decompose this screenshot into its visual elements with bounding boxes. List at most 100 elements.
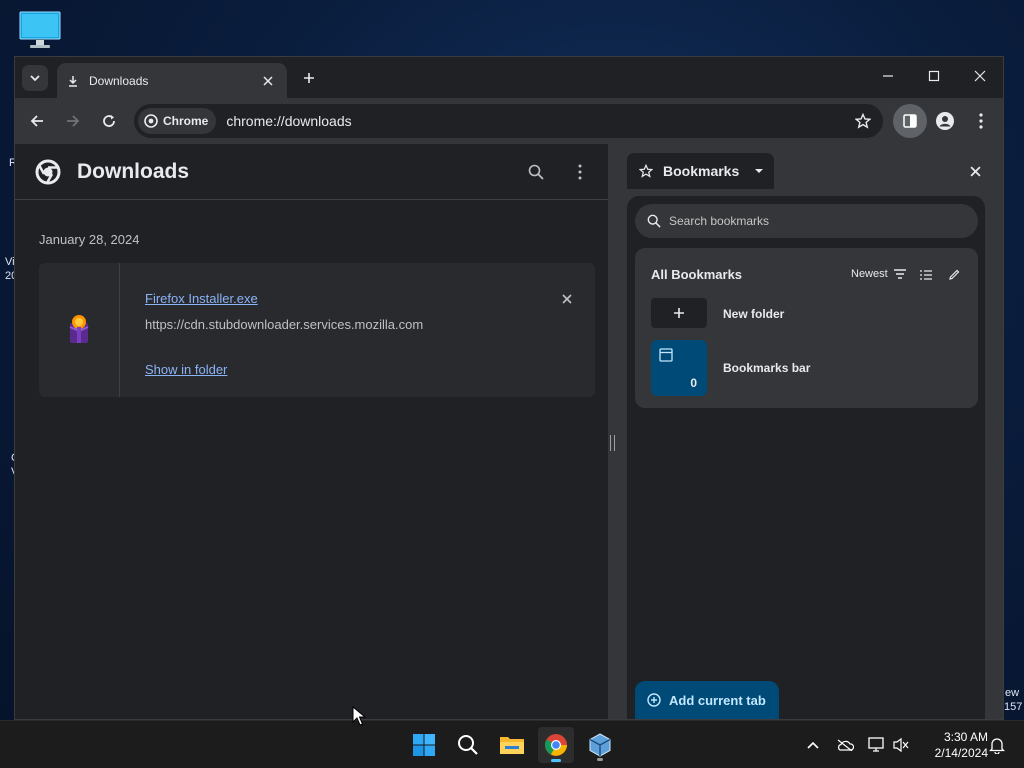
close-side-panel-button[interactable] [963,159,987,183]
maximize-icon [928,70,940,82]
list-view-icon [920,270,932,280]
system-clock[interactable]: 3:30 AM 2/14/2024 [918,729,988,761]
bookmarks-search-input[interactable] [669,214,949,228]
bookmarks-bar-label[interactable]: Bookmarks bar [723,361,810,375]
network-icon[interactable] [865,733,889,757]
bookmarks-search-box[interactable] [635,204,978,238]
downloads-header: Downloads [15,144,608,200]
back-button[interactable] [23,107,51,135]
dropdown-arrow-icon [755,169,763,173]
page-title: Downloads [77,159,190,183]
download-icon [69,75,77,87]
close-icon [969,165,981,177]
sort-label: Newest [851,268,888,280]
taskbar-search-button[interactable] [450,727,486,763]
minimize-button[interactable] [865,57,911,95]
firefox-installer-icon [69,315,89,343]
chrome-logo-icon [144,114,158,128]
title-bar: Downloads [15,57,1003,98]
downloads-page: Downloads January 28, 2024 Firefox Insta… [15,144,608,719]
file-icon-cell [39,263,120,397]
clock-time: 3:30 AM [943,730,988,744]
search-icon [458,735,478,755]
show-hidden-icons-button[interactable] [801,733,825,757]
chrome-logo-icon [35,159,61,184]
taskbar: 3:30 AM 2/14/2024 [0,720,1024,768]
running-app-indicator [597,758,603,761]
close-icon [974,70,986,82]
account-icon [936,112,954,130]
downloads-menu-button[interactable] [564,156,596,188]
add-current-tab-button[interactable]: Add current tab [635,681,779,719]
chevron-down-icon [30,75,40,82]
search-downloads-button[interactable] [520,156,552,188]
folder-icon [500,737,524,754]
all-bookmarks-section: All Bookmarks Newest New folder 0 Bookma… [635,248,978,408]
file-explorer-button[interactable] [494,727,530,763]
volume-muted-icon[interactable] [889,733,913,757]
drag-handle-icon [610,435,615,451]
download-filename-link[interactable]: Firefox Installer.exe [145,291,258,306]
more-vert-icon [578,164,582,179]
new-folder-button[interactable] [651,298,707,328]
active-app-indicator [551,759,561,762]
site-info-chip[interactable]: Chrome [138,108,217,134]
folder-count: 0 [690,376,697,390]
desktop-label-fragment: 157 [1004,701,1023,713]
bookmark-star-icon[interactable] [849,107,877,135]
chip-label: Chrome [163,114,209,128]
add-current-tab-label: Add current tab [669,692,766,708]
star-icon [639,164,653,178]
bookmarks-bar-folder[interactable]: 0 [651,340,707,396]
notification-bell-icon[interactable] [985,733,1009,757]
mouse-cursor-icon [352,706,366,726]
view-toggle-button[interactable] [915,264,937,286]
maximize-button[interactable] [911,57,957,95]
reload-button[interactable] [95,107,123,135]
side-panel-resize-handle[interactable] [608,144,616,719]
download-source-url: https://cdn.stubdownloader.services.mozi… [145,317,424,332]
filter-list-icon [893,269,906,279]
arrow-right-icon [67,115,80,127]
bookmarks-side-panel: Bookmarks All Bookmarks Newest [616,144,1003,719]
url-text[interactable]: chrome://downloads [226,113,849,129]
chrome-taskbar-button[interactable] [538,727,574,763]
tab-search-button[interactable] [22,65,48,91]
search-icon [647,214,661,228]
close-icon[interactable] [259,72,277,90]
search-icon [528,164,544,180]
menu-button[interactable] [967,107,995,135]
side-panel-icon [903,114,917,128]
windows-logo-icon [413,734,435,756]
chrome-logo-icon [545,734,567,756]
remove-download-button[interactable] [557,289,577,309]
tab-downloads[interactable]: Downloads [57,63,287,98]
virtualbox-button[interactable] [582,727,618,763]
onedrive-icon[interactable] [833,733,857,757]
minimize-icon [883,75,893,77]
new-tab-button[interactable] [297,66,321,90]
chevron-up-icon [807,741,819,749]
close-window-button[interactable] [957,57,1003,95]
forward-button[interactable] [59,107,87,135]
plus-icon [304,73,314,83]
profile-button[interactable] [931,107,959,135]
edit-bookmarks-button[interactable] [943,264,965,286]
download-date: January 28, 2024 [39,232,140,247]
close-icon [562,294,572,304]
side-panel-title: Bookmarks [663,163,740,179]
tab-title: Downloads [89,73,149,88]
side-panel-selector[interactable]: Bookmarks [627,153,774,189]
omnibox[interactable]: Chrome chrome://downloads [134,104,883,138]
add-circle-icon [647,693,661,707]
arrow-left-icon [30,115,43,127]
new-folder-label[interactable]: New folder [723,307,784,321]
show-in-folder-link[interactable]: Show in folder [145,362,227,377]
pencil-icon [949,269,960,280]
more-vert-icon [979,113,983,129]
bookmark-folder-icon [659,348,673,362]
monitor-icon[interactable] [18,10,62,50]
side-panel-button[interactable] [893,104,927,138]
sort-button[interactable]: Newest [851,268,906,280]
start-button[interactable] [406,727,442,763]
